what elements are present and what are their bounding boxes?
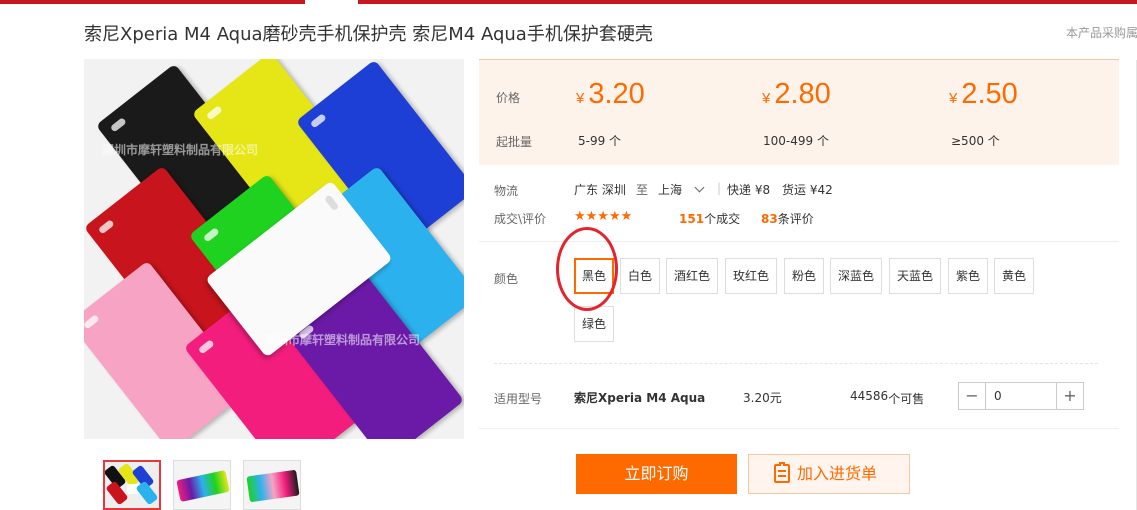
chevron-down-icon xyxy=(694,182,705,193)
qty-range-2: 100-499 个 xyxy=(763,134,829,148)
dashed-divider xyxy=(494,363,1098,364)
thumbnail-1[interactable] xyxy=(103,460,161,510)
clipboard-icon xyxy=(774,462,790,483)
color-option-white[interactable]: 白色 xyxy=(620,258,660,294)
add-to-list-button[interactable]: 加入进货单 xyxy=(748,454,910,494)
deals-count-link[interactable]: 151个成交 xyxy=(679,210,740,227)
stock-suffix: 个可售 xyxy=(888,392,925,406)
price-value: 2.50 xyxy=(961,78,1018,110)
reviews-suffix: 条评价 xyxy=(777,212,814,226)
color-option-sky-blue[interactable]: 天蓝色 xyxy=(889,258,941,294)
color-option-pink[interactable]: 粉色 xyxy=(784,258,824,294)
color-option-rose-red[interactable]: 玫红色 xyxy=(725,258,777,294)
rating-stars: ★★★★★ xyxy=(574,209,633,224)
deals-suffix: 个成交 xyxy=(704,212,741,226)
model-name: 索尼Xperia M4 Aqua xyxy=(574,391,706,405)
min-quantity-label: 起批量 xyxy=(496,135,533,149)
watermark-top: 深圳市摩轩塑料制品有限公司 xyxy=(102,143,259,157)
deals-reviews-label: 成交\评价 xyxy=(494,212,547,226)
price-value: 2.80 xyxy=(774,78,831,110)
qty-range-3: ≥500 个 xyxy=(951,134,1000,148)
qty-range-1: 5-99 个 xyxy=(578,134,622,148)
express-fee: 快递 ¥8 xyxy=(727,183,771,197)
color-label: 颜色 xyxy=(494,272,519,286)
product-title: 索尼Xperia M4 Aqua磨砂壳手机保护壳 索尼M4 Aqua手机保护套硬… xyxy=(84,24,653,45)
quantity-minus-button[interactable]: − xyxy=(959,383,986,409)
price-value: 3.20 xyxy=(588,78,645,110)
price-tier-1: ¥3.20 xyxy=(576,78,645,111)
main-product-image[interactable]: 深圳市摩轩塑料制品有限公司 深圳市摩轩塑料制品有限公司 xyxy=(84,59,464,439)
destination-value: 上海 xyxy=(658,183,683,197)
color-option-dark-blue[interactable]: 深蓝色 xyxy=(830,258,882,294)
top-accent-segment-right xyxy=(358,0,1137,4)
color-option-yellow[interactable]: 黄色 xyxy=(994,258,1034,294)
price-panel: 价格 起批量 ¥3.20 ¥2.80 ¥2.50 5-99 个 100-499 … xyxy=(479,59,1119,165)
reviews-count-link[interactable]: 83条评价 xyxy=(761,210,814,227)
stock-info: 44586个可售 xyxy=(850,387,925,406)
currency-symbol: ¥ xyxy=(762,90,771,107)
color-option-wine-red[interactable]: 酒红色 xyxy=(666,258,718,294)
side-notice[interactable]: 本产品采购属 xyxy=(1066,24,1137,41)
model-price: 3.20元 xyxy=(743,391,782,405)
deals-count: 151 xyxy=(679,212,705,226)
color-option-purple[interactable]: 紫色 xyxy=(948,258,988,294)
thumbnail-3[interactable] xyxy=(243,460,301,510)
watermark-bottom: 深圳市摩轩塑料制品有限公司 xyxy=(264,333,421,347)
price-tier-3: ¥2.50 xyxy=(949,78,1018,111)
add-to-list-label: 加入进货单 xyxy=(797,464,878,483)
logistics-label: 物流 xyxy=(494,184,519,198)
highlight-circle xyxy=(556,227,618,311)
reviews-count: 83 xyxy=(761,212,778,226)
logistics-to-word: 至 xyxy=(636,183,649,197)
top-accent-bar xyxy=(0,0,1137,4)
thumbnail-2[interactable] xyxy=(173,460,231,510)
price-tier-2: ¥2.80 xyxy=(762,78,831,111)
quantity-stepper: − 0 + xyxy=(958,382,1084,410)
stock-count: 44586 xyxy=(850,389,889,403)
color-option-green[interactable]: 绿色 xyxy=(574,306,614,342)
shipping-divider: | xyxy=(717,181,722,195)
currency-symbol: ¥ xyxy=(949,90,958,107)
destination-select[interactable]: 上海 xyxy=(658,181,705,198)
logistics-from: 广东 深圳 xyxy=(574,183,626,197)
currency-symbol: ¥ xyxy=(576,90,585,107)
freight-fee: 货运 ¥42 xyxy=(782,183,833,197)
model-label: 适用型号 xyxy=(494,392,543,406)
top-accent-segment-left xyxy=(0,0,305,4)
quantity-input[interactable]: 0 xyxy=(986,383,1056,409)
section-divider-bottom xyxy=(479,428,1119,429)
price-label: 价格 xyxy=(496,91,521,105)
buy-now-button[interactable]: 立即订购 xyxy=(576,454,737,494)
quantity-plus-button[interactable]: + xyxy=(1056,383,1083,409)
